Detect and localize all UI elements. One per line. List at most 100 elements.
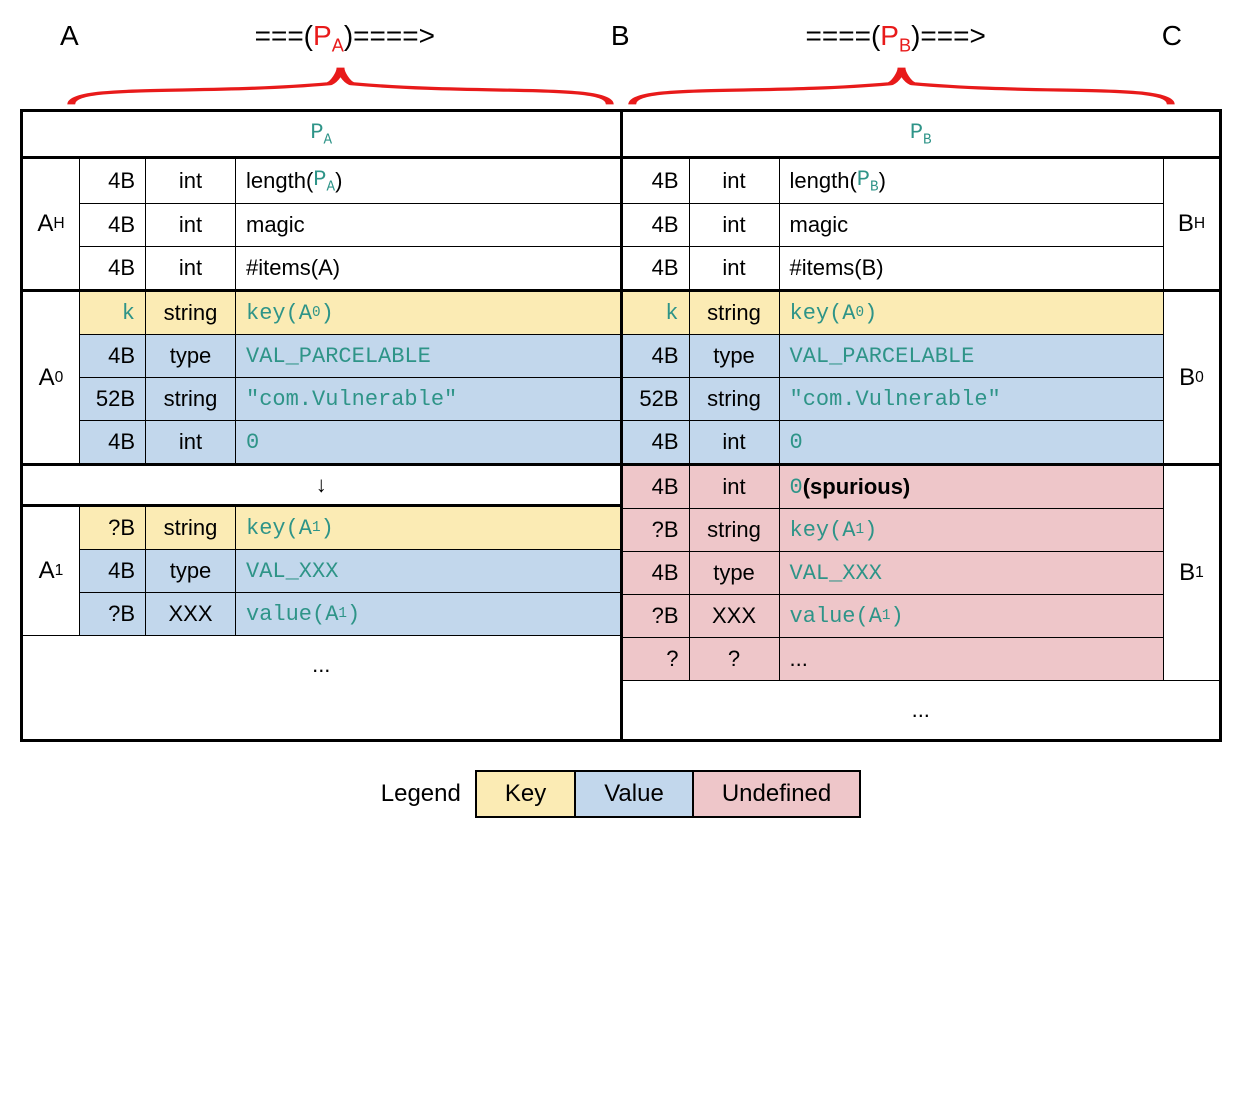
cell-type: string [689,378,779,420]
cell-size: 4B [623,466,689,508]
flow-node-c: C [1162,20,1182,52]
cell-size: k [623,292,689,334]
cell-type: XXX [145,593,235,635]
cell-desc: #items(A) [235,247,620,289]
cell-desc: 0 (spurious) [779,466,1164,508]
cell-type: ? [689,638,779,680]
table-row: 4B int 0 [79,421,620,463]
cell-type: int [689,159,779,203]
cell-type: int [145,204,235,246]
legend-label: Legend [381,780,461,808]
cell-type: type [689,552,779,594]
cell-type: string [145,292,235,334]
cell-size: 4B [623,552,689,594]
cell-desc: key(A0) [235,292,620,334]
table-row: 4B int 0 [623,421,1164,463]
table-pb: PB 4B int length(PB) 4B int magic 4B [623,112,1223,740]
table-row: ?B XXX value(A1) [79,593,620,635]
flow-arrow-left: ===(PA)====> [89,20,601,57]
cell-desc: length(PA) [235,159,620,203]
cell-size: 4B [79,550,145,592]
pb-b0-side: B0 [1163,292,1219,463]
cell-type: int [689,421,779,463]
cell-type: type [145,550,235,592]
cell-size: ?B [79,507,145,549]
cell-size: k [79,292,145,334]
cell-type: type [689,335,779,377]
cell-type: XXX [689,595,779,637]
pa-ellipsis-row: ... [23,636,620,694]
cell-size: ?B [79,593,145,635]
table-row: 4B int length(PA) [79,159,620,204]
cell-size: 4B [79,421,145,463]
flow-arrow-right: ====(PB)===> [640,20,1152,57]
cell-size: ?B [623,509,689,551]
down-arrow-icon: ↓ [23,466,620,504]
table-row: 4B type VAL_XXX [79,550,620,593]
pb-ellipsis-row: ... [623,681,1220,739]
cell-type: string [145,378,235,420]
cell-desc: length(PB) [779,159,1164,203]
cell-desc: value(A1) [779,595,1164,637]
pb-header-side: BH [1163,159,1219,289]
table-row: 4B int magic [79,204,620,247]
cell-desc: magic [235,204,620,246]
cell-size: 4B [623,335,689,377]
cell-size: ? [623,638,689,680]
cell-desc: 0 [779,421,1164,463]
pb-title: PB [623,112,1220,159]
legend: Legend Key Value Undefined [20,770,1222,818]
table-row: 4B int 0 (spurious) [623,466,1164,509]
cell-size: 4B [79,335,145,377]
cell-desc: key(A1) [779,509,1164,551]
pb-header-group: 4B int length(PB) 4B int magic 4B int #i… [623,159,1220,292]
legend-key-box: Key [475,770,576,818]
brace-left [60,63,621,109]
pa-header-rows: 4B int length(PA) 4B int magic 4B int #i… [79,159,620,289]
table-pa: PA AH 4B int length(PA) 4B int magic [20,112,623,740]
cell-desc: ... [779,638,1164,680]
table-row: 4B type VAL_XXX [623,552,1164,595]
cell-desc: "com.Vulnerable" [235,378,620,420]
pb-b1-group: 4B int 0 (spurious) ?B string key(A1) 4B… [623,466,1220,681]
cell-desc: value(A1) [235,593,620,635]
cell-type: int [689,204,779,246]
cell-type: int [145,247,235,289]
ellipsis: ... [23,636,620,694]
table-row: 4B int #items(A) [79,247,620,289]
cell-size: 4B [79,204,145,246]
cell-type: string [689,509,779,551]
pa-a0-group: A0 k string key(A0) 4B type VAL_PARCELAB… [23,292,620,466]
flow-row: A ===(PA)====> B ====(PB)===> C [20,20,1222,57]
cell-type: string [689,292,779,334]
cell-desc: VAL_PARCELABLE [235,335,620,377]
cell-desc: #items(B) [779,247,1164,289]
table-row: k string key(A0) [623,292,1164,335]
cell-size: 4B [623,421,689,463]
cell-desc: VAL_XXX [779,552,1164,594]
pa-header-side: AH [23,159,79,289]
cell-type: int [689,247,779,289]
cell-desc: "com.Vulnerable" [779,378,1164,420]
table-row: ? ? ... [623,638,1164,680]
cell-desc: key(A0) [779,292,1164,334]
pa-gap-row: ↓ [23,466,620,507]
cell-desc: 0 [235,421,620,463]
table-row: ?B XXX value(A1) [623,595,1164,638]
cell-size: ?B [623,595,689,637]
cell-type: int [689,466,779,508]
pa-header-group: AH 4B int length(PA) 4B int magic 4B [23,159,620,292]
cell-size: 4B [623,204,689,246]
pa-a0-side: A0 [23,292,79,463]
pb-b0-group: k string key(A0) 4B type VAL_PARCELABLE … [623,292,1220,466]
table-row: 4B type VAL_PARCELABLE [623,335,1164,378]
cell-type: type [145,335,235,377]
legend-value-box: Value [576,770,694,818]
tables-wrapper: PA AH 4B int length(PA) 4B int magic [20,109,1222,743]
pa-title: PA [23,112,620,159]
flow-node-a: A [60,20,79,52]
flow-node-b: B [611,20,630,52]
brace-right [621,63,1182,109]
cell-desc: VAL_XXX [235,550,620,592]
table-row: ?B string key(A1) [623,509,1164,552]
